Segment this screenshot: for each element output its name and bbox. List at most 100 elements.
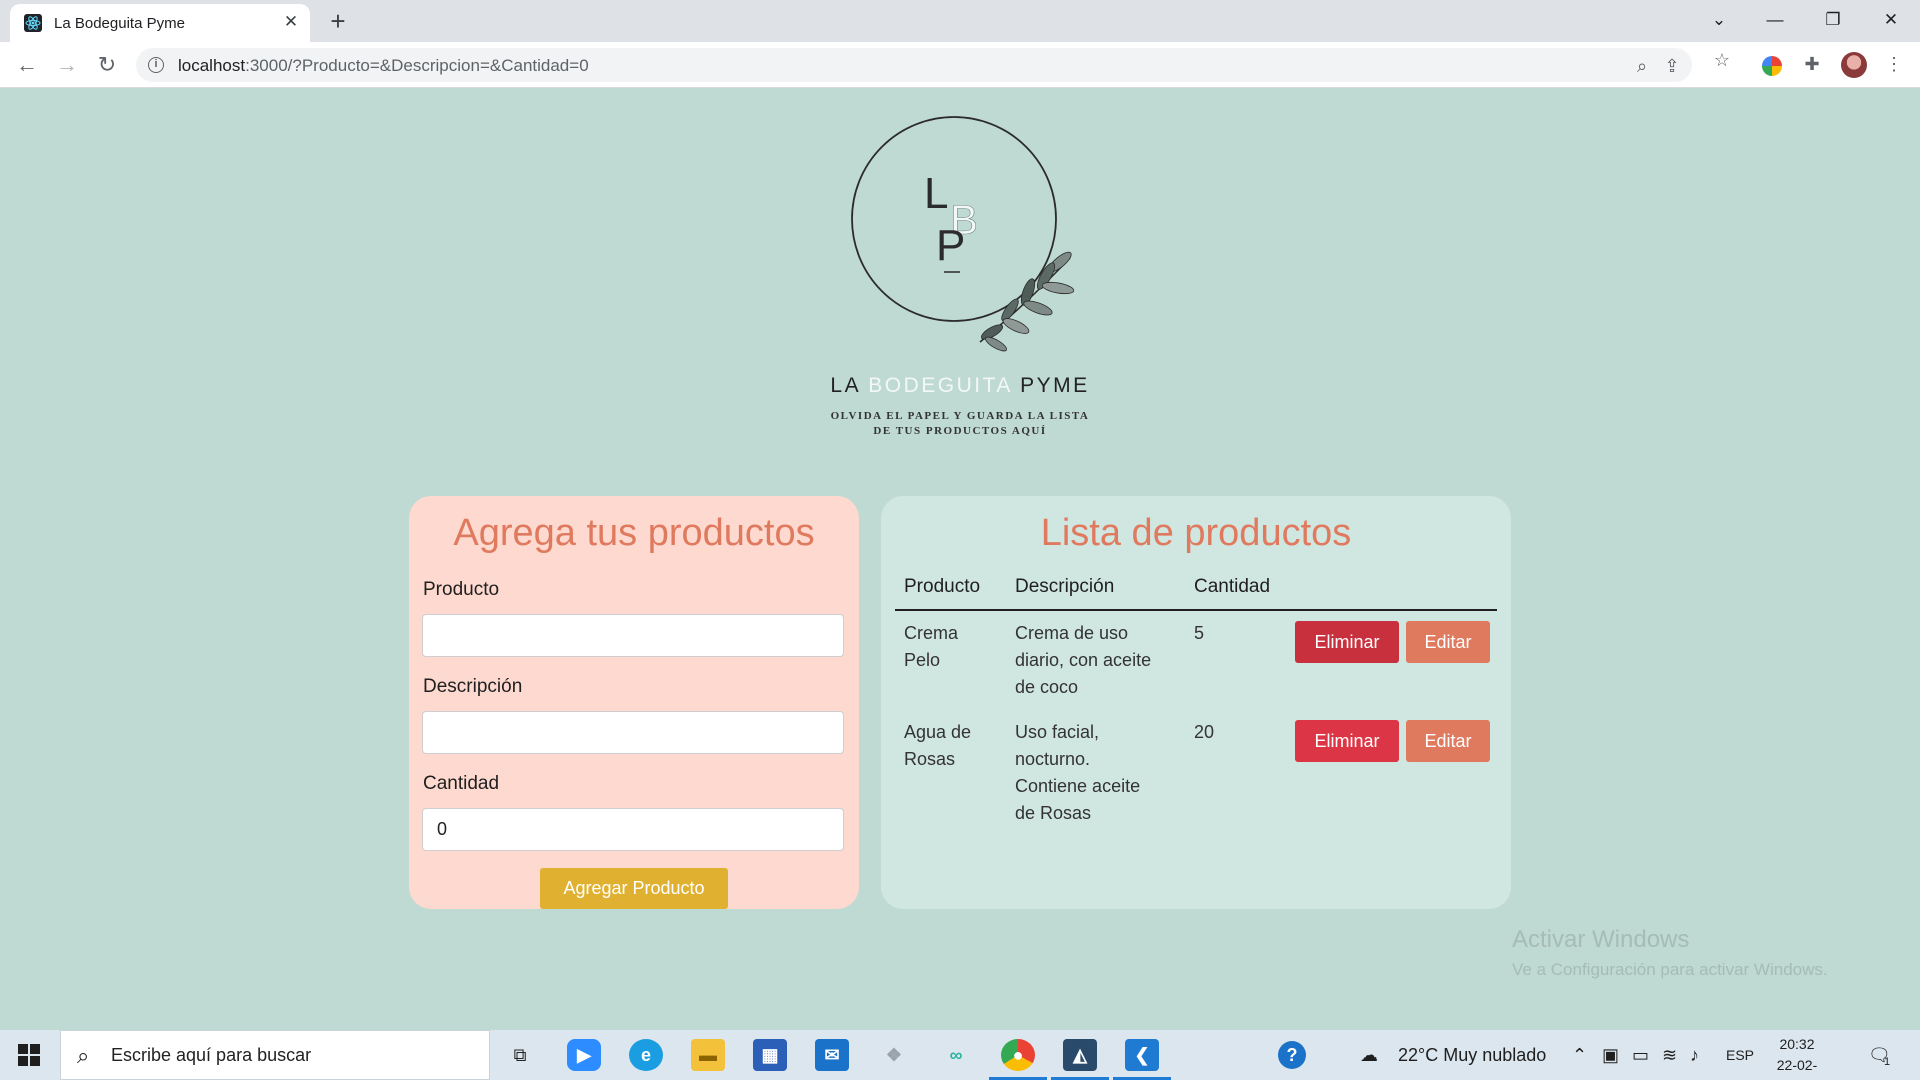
language-indicator[interactable]: ESP	[1726, 1047, 1754, 1063]
activation-watermark-text: Ve a Configuración para activar Windows.	[1512, 960, 1828, 979]
column-header-producto: Producto	[904, 576, 981, 597]
help-icon[interactable]: ?	[1278, 1041, 1306, 1069]
browser-tab[interactable]: La Bodeguita Pyme ✕	[10, 4, 310, 42]
star-icon[interactable]: ☆	[1710, 48, 1734, 72]
cantidad-label: Cantidad	[423, 773, 500, 794]
window-close-button[interactable]: ✕	[1868, 4, 1914, 36]
row-descripcion-line: diario, con aceite	[1015, 650, 1152, 670]
edge-icon[interactable]: e	[629, 1039, 663, 1071]
producto-label: Producto	[423, 579, 500, 600]
row-producto: Crema Pelo	[904, 620, 958, 674]
tab-title: La Bodeguita Pyme	[54, 15, 185, 32]
weather-text[interactable]: 22°C Muy nublado	[1398, 1045, 1546, 1066]
restore-button[interactable]: ❐	[1810, 4, 1856, 36]
product-list-title: Lista de productos	[1040, 512, 1352, 554]
meet-now-icon[interactable]: ▣	[1602, 1045, 1619, 1066]
row-descripcion-line: Contiene aceite	[1015, 776, 1141, 796]
tab-search-icon[interactable]: ⌄	[1696, 4, 1742, 36]
mail-icon[interactable]: ✉	[815, 1039, 849, 1071]
row-producto-line: Rosas	[904, 749, 956, 769]
activation-watermark-title: Activar Windows	[1512, 926, 1690, 953]
descripcion-label: Descripción	[423, 676, 523, 697]
producto-input[interactable]	[422, 614, 844, 657]
battery-icon[interactable]: ▭	[1632, 1045, 1649, 1066]
wifi-icon[interactable]: ≋	[1662, 1045, 1677, 1066]
task-view-icon[interactable]: ⧉	[503, 1039, 537, 1071]
windows-start-button[interactable]	[18, 1044, 40, 1066]
store-icon[interactable]: ▦	[753, 1039, 787, 1071]
browser-toolbar: ← → ↻ i localhost:3000/?Producto=&Descri…	[0, 42, 1920, 88]
notification-count: 1	[1884, 1056, 1891, 1068]
taskbar-search[interactable]: ⌕ Escribe aquí para buscar	[60, 1030, 490, 1080]
vscode-icon[interactable]: ❮	[1125, 1039, 1159, 1071]
arrow-left-icon: ←	[16, 52, 38, 77]
add-product-button[interactable]: Agregar Producto	[540, 868, 728, 909]
row-descripcion-line: nocturno.	[1015, 749, 1091, 769]
row-descripcion-line: Crema de uso	[1015, 623, 1129, 643]
descripcion-input[interactable]	[422, 711, 844, 754]
edit-button[interactable]: Editar	[1406, 621, 1490, 663]
row-cantidad: 5	[1194, 623, 1205, 643]
mysql-workbench-icon[interactable]: ◭	[1063, 1039, 1097, 1071]
row-producto-line: Pelo	[904, 650, 941, 670]
row-descripcion-line: de coco	[1015, 677, 1079, 697]
chevron-up-icon[interactable]: ⌃	[1572, 1045, 1587, 1066]
clock-date: 22-02-2022	[1776, 1057, 1818, 1080]
row-descripcion-line: de Rosas	[1015, 803, 1092, 823]
delete-button[interactable]: Eliminar	[1295, 720, 1399, 762]
minimize-button[interactable]: —	[1752, 4, 1798, 36]
row-cantidad: 20	[1194, 722, 1215, 742]
clock-time: 20:32	[1779, 1036, 1815, 1052]
windows-taskbar: ⌕ Escribe aquí para buscar ⧉ ▶ e ▬ ▦ ✉ ❖…	[0, 1030, 1920, 1080]
react-icon	[24, 14, 42, 32]
logo-letter-l: L	[924, 169, 948, 218]
row-descripcion: Crema de uso diario, con aceite de coco	[1015, 620, 1151, 701]
close-icon[interactable]: ✕	[280, 11, 302, 33]
volume-icon[interactable]: ♪	[1690, 1045, 1699, 1066]
zoom-icon[interactable]: ⌕	[1630, 54, 1654, 78]
zoom-app-icon[interactable]: ▶	[567, 1039, 601, 1071]
brand-tagline: OLVIDA EL PAPEL Y GUARDA LA LISTA DE TUS…	[760, 409, 1160, 439]
color-extension-icon[interactable]	[1762, 56, 1782, 76]
kebab-icon[interactable]: ⋮	[1882, 52, 1906, 76]
forward-button[interactable]: →	[52, 50, 82, 80]
delete-button[interactable]: Eliminar	[1295, 621, 1399, 663]
tagline-line-1: OLVIDA EL PAPEL Y GUARDA LA LISTA	[830, 410, 1090, 422]
brand-name: LA BODEGUITA PYME	[760, 374, 1160, 398]
reload-button[interactable]: ↻	[92, 50, 122, 80]
file-explorer-icon[interactable]: ▬	[691, 1039, 725, 1071]
leaf-branch-icon	[979, 251, 1075, 352]
add-product-card: Agrega tus productos Producto Descripció…	[409, 496, 859, 909]
column-header-cantidad: Cantidad	[1194, 576, 1271, 597]
browser-tabstrip: La Bodeguita Pyme ✕ + ⌄ — ❐ ✕	[0, 0, 1920, 42]
site-info-icon[interactable]: i	[148, 57, 164, 73]
row-producto-line: Agua de	[904, 722, 972, 742]
search-icon: ⌕	[77, 1043, 90, 1068]
brand-logo: L B P	[820, 110, 1100, 360]
url-text: localhost:3000/?Producto=&Descripcion=&C…	[178, 56, 589, 76]
reload-icon: ↻	[97, 52, 117, 77]
tagline-line-2: DE TUS PRODUCTOS AQUÍ	[873, 425, 1047, 437]
brand-name-la: LA	[830, 374, 869, 397]
url-host: localhost	[178, 56, 246, 75]
row-producto-line: Crema	[904, 623, 959, 643]
edit-button[interactable]: Editar	[1406, 720, 1490, 762]
puzzle-icon[interactable]: ✚	[1800, 52, 1824, 76]
brand-name-pyme: PYME	[1011, 374, 1090, 397]
share-icon[interactable]: ⇪	[1660, 54, 1684, 78]
table-header-divider	[895, 609, 1497, 611]
new-tab-button[interactable]: +	[324, 8, 352, 36]
dropbox-icon[interactable]: ❖	[877, 1039, 911, 1071]
row-descripcion: Uso facial, nocturno. Contiene aceite de…	[1015, 719, 1140, 827]
cantidad-input[interactable]	[422, 808, 844, 851]
taskbar-clock[interactable]: 20:32 22-02-2022	[1762, 1034, 1832, 1080]
cloud-icon: ☁	[1360, 1045, 1378, 1065]
column-header-descripcion: Descripción	[1015, 576, 1115, 597]
arduino-icon[interactable]: ∞	[939, 1039, 973, 1071]
product-list-card: Lista de productos Producto Descripción …	[881, 496, 1511, 909]
avatar[interactable]	[1841, 52, 1867, 78]
address-bar[interactable]: i localhost:3000/?Producto=&Descripcion=…	[136, 48, 1692, 82]
brand-name-bodeguita: BODEGUITA	[868, 374, 1012, 397]
chrome-icon[interactable]: ●	[1001, 1039, 1035, 1071]
back-button[interactable]: ←	[12, 50, 42, 80]
